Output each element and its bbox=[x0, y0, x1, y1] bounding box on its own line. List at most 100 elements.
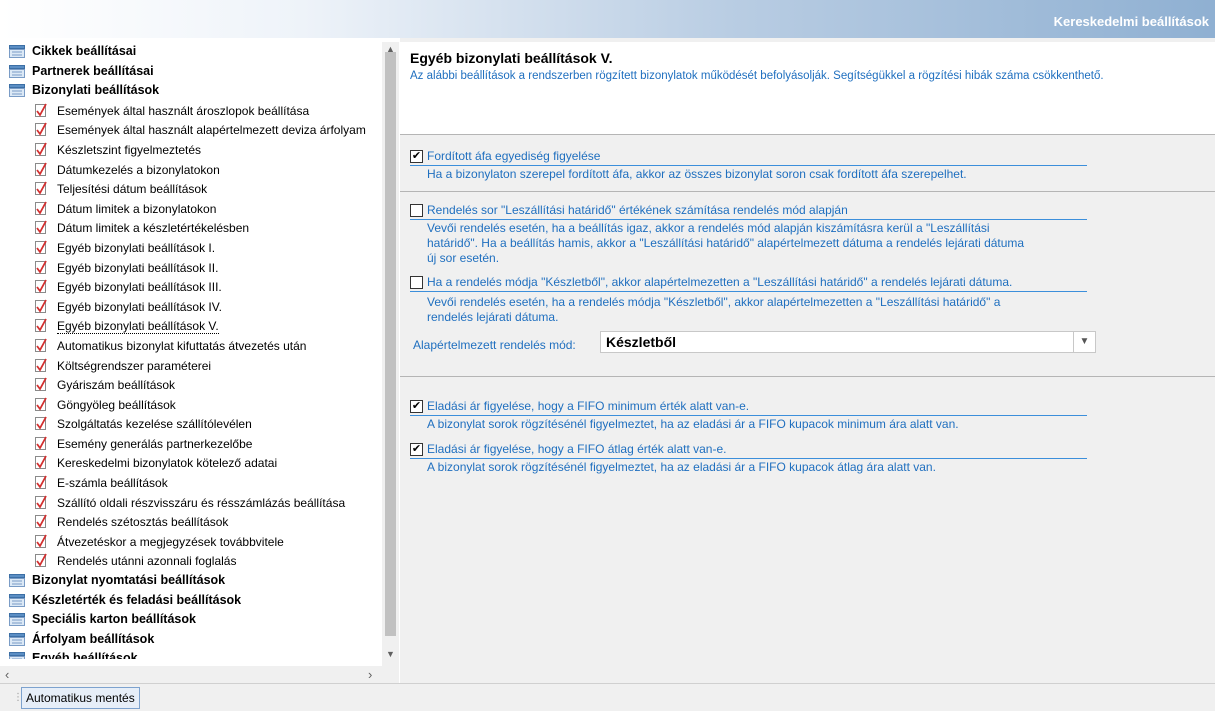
tree-item[interactable]: Egyéb bizonylati beállítások III. bbox=[0, 277, 382, 297]
settings-tree-panel: Cikkek beállításai Partnerek beállításai B… bbox=[0, 42, 382, 666]
tree-item[interactable]: Események által használt ároszlopok beál… bbox=[0, 101, 382, 121]
tree-item-label[interactable]: Rendelés utánni azonnali foglalás bbox=[57, 554, 236, 568]
tree-item-label[interactable]: Egyéb bizonylati beállítások III. bbox=[57, 280, 222, 294]
tree-item-label[interactable]: Egyéb bizonylati beállítások II. bbox=[57, 261, 218, 275]
tree-item-label[interactable]: Teljesítési dátum beállítások bbox=[57, 182, 207, 196]
option-label[interactable]: Rendelés sor "Leszállítási határidő" ért… bbox=[427, 203, 848, 217]
option-description: Ha a bizonylaton szerepel fordított áfa,… bbox=[427, 167, 967, 182]
chevron-down-icon[interactable]: ▼ bbox=[1073, 332, 1095, 352]
tree-item-label[interactable]: Göngyöleg beállítások bbox=[57, 398, 176, 412]
folder-group-icon bbox=[9, 84, 25, 98]
checkbox[interactable] bbox=[410, 276, 423, 289]
tree-item[interactable]: Szállító oldali részvisszáru és résszáml… bbox=[0, 493, 382, 513]
tree-item[interactable]: Szolgáltatás kezelése szállítólevélen bbox=[0, 414, 382, 434]
description-line: határidő". Ha a beállítás hamis, akkor a… bbox=[427, 236, 1025, 250]
status-bar: ⋮ Automatikus mentés bbox=[0, 683, 1215, 711]
tree-item[interactable]: Költségrendszer paraméterei bbox=[0, 356, 382, 376]
option-label[interactable]: Eladási ár figyelése, hogy a FIFO minimu… bbox=[427, 399, 749, 413]
checkbox[interactable] bbox=[410, 204, 423, 217]
tree-item[interactable]: E-számla beállítások bbox=[0, 473, 382, 493]
tree-item[interactable]: Kereskedelmi bizonylatok kötelező adatai bbox=[0, 453, 382, 473]
checkbox[interactable]: ✔ bbox=[410, 150, 423, 163]
tree-item-label[interactable]: Esemény generálás partnerkezelőbe bbox=[57, 437, 252, 451]
scroll-down-icon[interactable]: ▼ bbox=[386, 649, 395, 659]
option-label[interactable]: Fordított áfa egyediség figyelése bbox=[427, 149, 600, 163]
description-line: A bizonylat sorok rögzítésénél figyelmez… bbox=[427, 417, 959, 431]
tree-item[interactable]: Átvezetéskor a megjegyzések továbbvitele bbox=[0, 532, 382, 552]
tree-item-label[interactable]: Szállító oldali részvisszáru és résszáml… bbox=[57, 496, 345, 510]
tree-item-label[interactable]: Költségrendszer paraméterei bbox=[57, 359, 211, 373]
option-label[interactable]: Eladási ár figyelése, hogy a FIFO átlag … bbox=[427, 442, 726, 456]
order-mode-select[interactable]: Készletből ▼ bbox=[600, 331, 1096, 353]
folder-group-icon bbox=[9, 45, 25, 58]
checklist-icon bbox=[34, 318, 48, 333]
tree-group-label[interactable]: Árfolyam beállítások bbox=[32, 632, 154, 646]
option-description: Vevői rendelés esetén, ha a beállítás ig… bbox=[427, 221, 1024, 266]
tree-item[interactable]: Rendelés szétosztás beállítások bbox=[0, 512, 382, 532]
tree-item-label[interactable]: Rendelés szétosztás beállítások bbox=[57, 515, 228, 529]
tree-item[interactable]: Dátumkezelés a bizonylatokon bbox=[0, 160, 382, 180]
tree-group-label[interactable]: Készletérték és feladási beállítások bbox=[32, 593, 241, 607]
tree-group-label[interactable]: Cikkek beállításai bbox=[32, 44, 136, 58]
tree-item[interactable]: Rendelés utánni azonnali foglalás bbox=[0, 551, 382, 571]
tree-item-label[interactable]: Egyéb bizonylati beállítások V. bbox=[57, 319, 219, 335]
tree-group[interactable]: Speciális karton beállítások bbox=[0, 610, 382, 630]
tree-item[interactable]: Esemény generálás partnerkezelőbe bbox=[0, 434, 382, 454]
description-line: új sor esetén. bbox=[427, 251, 500, 265]
scrollbar-thumb[interactable] bbox=[385, 52, 396, 636]
tree-item-label[interactable]: Kereskedelmi bizonylatok kötelező adatai bbox=[57, 456, 277, 470]
tree-item[interactable]: Egyéb bizonylati beállítások I. bbox=[0, 238, 382, 258]
tree-item[interactable]: Dátum limitek a készletértékelésben bbox=[0, 218, 382, 238]
tree-group[interactable]: Bizonylati beállítások bbox=[0, 81, 382, 101]
tree-item-label[interactable]: Események által használt alapértelmezett… bbox=[57, 123, 366, 137]
tree-item[interactable]: Dátum limitek a bizonylatokon bbox=[0, 199, 382, 219]
tree-group[interactable]: Bizonylat nyomtatási beállítások bbox=[0, 571, 382, 591]
checkbox[interactable]: ✔ bbox=[410, 443, 423, 456]
checkbox[interactable]: ✔ bbox=[410, 400, 423, 413]
tree-item-label[interactable]: Gyáriszám beállítások bbox=[57, 378, 175, 392]
tree-group[interactable]: Partnerek beállításai bbox=[0, 62, 382, 82]
tree-item[interactable]: Események által használt alapértelmezett… bbox=[0, 120, 382, 140]
checklist-icon bbox=[34, 377, 48, 392]
tree-group-label[interactable]: Partnerek beállításai bbox=[32, 64, 154, 78]
tree-group-label[interactable]: Speciális karton beállítások bbox=[32, 612, 196, 626]
window-title-bar: Kereskedelmi beállítások bbox=[0, 0, 1215, 38]
tree-item-label[interactable]: Egyéb bizonylati beállítások IV. bbox=[57, 300, 222, 314]
tree-item-selected[interactable]: Egyéb bizonylati beállítások V. bbox=[0, 316, 382, 336]
scroll-left-icon[interactable]: ‹ bbox=[5, 667, 9, 682]
tree-item-label[interactable]: E-számla beállítások bbox=[57, 476, 168, 490]
option-underline bbox=[410, 291, 1087, 292]
tree-item-label[interactable]: Események által használt ároszlopok beál… bbox=[57, 104, 309, 118]
tree-item-label[interactable]: Egyéb bizonylati beállítások I. bbox=[57, 241, 215, 255]
tree-item[interactable]: Göngyöleg beállítások bbox=[0, 395, 382, 415]
tree-horizontal-scrollbar[interactable]: ‹ › bbox=[0, 666, 399, 683]
option-label[interactable]: Ha a rendelés módja "Készletből", akkor … bbox=[427, 275, 1012, 289]
tree-item-label[interactable]: Átvezetéskor a megjegyzések továbbvitele bbox=[57, 535, 284, 549]
tree-item-label[interactable]: Dátum limitek a készletértékelésben bbox=[57, 221, 249, 235]
tree-vertical-scrollbar[interactable]: ▲ ▼ bbox=[382, 42, 399, 666]
description-line: A bizonylat sorok rögzítésénél figyelmez… bbox=[427, 460, 936, 474]
checklist-icon bbox=[34, 455, 48, 470]
tree-item-label[interactable]: Dátum limitek a bizonylatokon bbox=[57, 202, 216, 216]
tree-item[interactable]: Készletszint figyelmeztetés bbox=[0, 140, 382, 160]
tree-group[interactable]: Készletérték és feladási beállítások bbox=[0, 591, 382, 611]
folder-group-icon bbox=[9, 574, 25, 588]
checklist-icon bbox=[34, 279, 48, 294]
tree-group[interactable]: Cikkek beállításai bbox=[0, 42, 382, 62]
scroll-right-icon[interactable]: › bbox=[368, 667, 372, 682]
tree-item[interactable]: Automatikus bizonylat kifuttatás átvezet… bbox=[0, 336, 382, 356]
tree-item[interactable]: Teljesítési dátum beállítások bbox=[0, 179, 382, 199]
tree-item-label[interactable]: Szolgáltatás kezelése szállítólevélen bbox=[57, 417, 252, 431]
tree-item[interactable]: Egyéb bizonylati beállítások II. bbox=[0, 258, 382, 278]
tree-group-label[interactable]: Egyéb beállítások bbox=[32, 651, 138, 659]
tree-item-label[interactable]: Automatikus bizonylat kifuttatás átvezet… bbox=[57, 339, 306, 353]
tree-item[interactable]: Egyéb bizonylati beállítások IV. bbox=[0, 297, 382, 317]
tree-group-label[interactable]: Bizonylati beállítások bbox=[32, 83, 159, 97]
autosave-button[interactable]: Automatikus mentés bbox=[21, 687, 140, 709]
tree-item[interactable]: Gyáriszám beállítások bbox=[0, 375, 382, 395]
tree-group[interactable]: Egyéb beállítások bbox=[0, 649, 382, 660]
tree-item-label[interactable]: Dátumkezelés a bizonylatokon bbox=[57, 163, 220, 177]
tree-item-label[interactable]: Készletszint figyelmeztetés bbox=[57, 143, 201, 157]
tree-group-label[interactable]: Bizonylat nyomtatási beállítások bbox=[32, 573, 225, 587]
tree-group[interactable]: Árfolyam beállítások bbox=[0, 630, 382, 650]
